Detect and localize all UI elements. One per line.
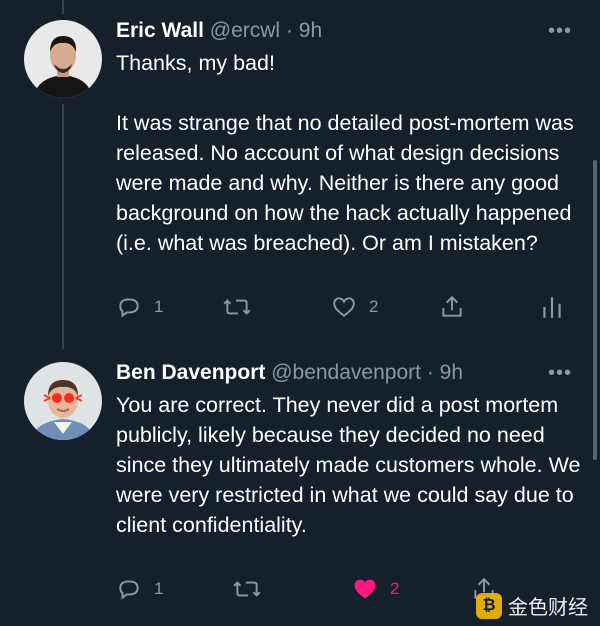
share-button[interactable] <box>439 294 465 320</box>
tweet-actions: 1 2 <box>116 294 576 328</box>
retweet-button[interactable] <box>222 294 264 320</box>
tweet-header: Ben Davenport @bendavenport · 9h <box>116 361 463 385</box>
timestamp[interactable]: · 9h <box>427 361 463 384</box>
analytics-icon <box>543 297 561 318</box>
heart-icon <box>354 579 376 599</box>
author-name[interactable]: Ben Davenport <box>116 361 265 384</box>
retweet-button[interactable] <box>232 576 274 602</box>
tweet-paragraph: You are correct. They never did a post m… <box>116 393 581 537</box>
more-options-icon[interactable]: ••• <box>548 20 572 43</box>
more-options-icon[interactable]: ••• <box>548 362 572 385</box>
avatar[interactable] <box>24 20 102 98</box>
retweet-icon <box>223 299 251 315</box>
like-count: 2 <box>369 297 379 316</box>
tweet[interactable]: Ben Davenport @bendavenport · 9h ••• You… <box>0 350 600 626</box>
author-handle[interactable]: @bendavenport <box>271 361 421 384</box>
tweet-paragraph: It was strange that no detailed post-mor… <box>116 111 574 255</box>
like-count: 2 <box>390 579 400 598</box>
avatar[interactable] <box>24 362 102 440</box>
tweet[interactable]: Eric Wall @ercwl · 9h ••• Thanks, my bad… <box>0 0 600 350</box>
tweet-paragraph: Thanks, my bad! <box>116 51 275 75</box>
watermark: ₿ 金色财经 <box>476 591 588 620</box>
like-button[interactable]: 2 <box>331 294 378 320</box>
heart-icon <box>333 297 355 317</box>
reply-count: 1 <box>154 297 164 316</box>
reply-icon <box>119 298 139 318</box>
author-name[interactable]: Eric Wall <box>116 19 204 42</box>
reply-icon <box>119 580 139 600</box>
reply-button[interactable]: 1 <box>116 576 163 602</box>
tweet-text: You are correct. They never did a post m… <box>116 390 581 540</box>
tweet-text: Thanks, my bad! It was strange that no d… <box>116 48 581 258</box>
author-handle[interactable]: @ercwl <box>210 19 280 42</box>
reply-button[interactable]: 1 <box>116 294 163 320</box>
tweet-header: Eric Wall @ercwl · 9h <box>116 19 322 43</box>
timestamp[interactable]: · 9h <box>286 19 322 42</box>
share-icon <box>442 295 462 317</box>
like-button[interactable]: 2 <box>352 576 399 602</box>
analytics-button[interactable] <box>541 294 563 320</box>
watermark-text: 金色财经 <box>508 597 588 619</box>
retweet-icon <box>233 581 261 597</box>
watermark-logo-icon: ₿ <box>476 592 502 619</box>
reply-count: 1 <box>154 579 164 598</box>
